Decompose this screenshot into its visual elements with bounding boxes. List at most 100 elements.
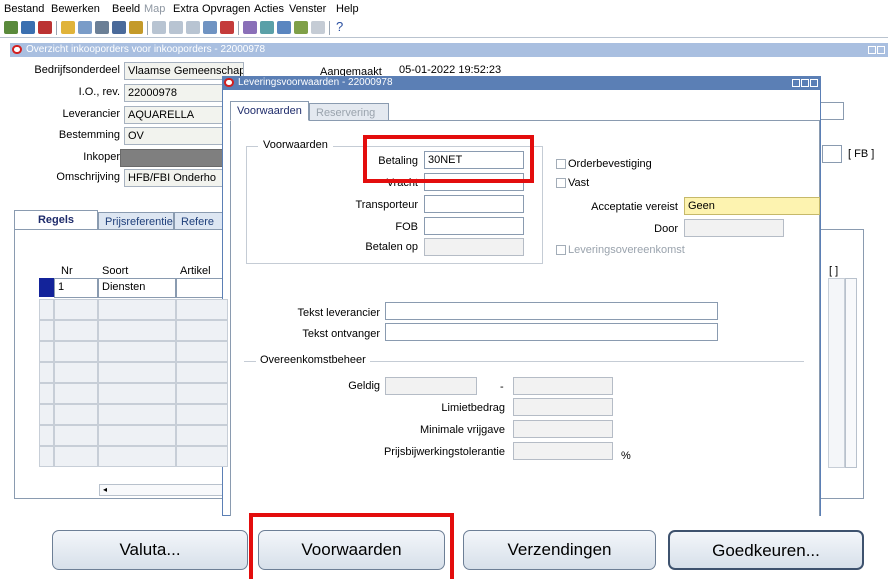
window-titlebar[interactable]: Overzicht inkooporders voor inkooporders…	[10, 43, 888, 57]
grid-empty-cell[interactable]	[176, 362, 228, 383]
nr-cell[interactable]: 1	[54, 278, 98, 298]
grid-empty-cell[interactable]	[98, 320, 176, 341]
orderbevestiging-checkbox[interactable]: Orderbevestiging	[556, 158, 652, 170]
menu-bestand[interactable]: Bestand	[4, 3, 44, 15]
tab-regels[interactable]: Regels	[14, 210, 98, 230]
tab-voorwaarden[interactable]: Voorwaarden	[230, 101, 309, 121]
grid-empty-cell[interactable]	[39, 299, 54, 320]
print-icon[interactable]	[95, 21, 109, 34]
bestemming-field[interactable]: OV	[124, 127, 234, 145]
paste-icon[interactable]	[186, 21, 200, 34]
fob-field[interactable]	[424, 217, 524, 235]
menu-opvragen[interactable]: Opvragen	[202, 3, 250, 15]
leveringsovereenkomst-checkbox[interactable]: Leveringsovereenkomst	[556, 244, 685, 256]
grid-empty-cell[interactable]	[98, 446, 176, 467]
close-form-icon[interactable]	[112, 21, 126, 34]
grid-empty-cell[interactable]	[54, 362, 98, 383]
grid-empty-cell[interactable]	[54, 383, 98, 404]
grid-empty-cell[interactable]	[54, 404, 98, 425]
io-rev-label: I.O., rev.	[78, 86, 120, 98]
omschrijving-field[interactable]: HFB/FBI Onderho	[124, 169, 234, 187]
inkoper-field-redacted[interactable]	[120, 149, 234, 167]
door-field[interactable]	[684, 219, 784, 237]
grid-empty-cell[interactable]	[39, 404, 54, 425]
grid-empty-cell[interactable]	[176, 320, 228, 341]
navigator-icon[interactable]	[38, 21, 52, 34]
grid-empty-cell[interactable]	[176, 299, 228, 320]
folder-tools-icon[interactable]	[294, 21, 308, 34]
grid-empty-cell[interactable]	[54, 341, 98, 362]
artikel-cell[interactable]	[176, 278, 228, 298]
copy-icon[interactable]	[169, 21, 183, 34]
translations-icon[interactable]	[260, 21, 274, 34]
menu-beeld[interactable]: Beeld	[112, 3, 140, 15]
goedkeuren-button[interactable]: Goedkeuren...	[668, 530, 864, 570]
leverancier-field[interactable]: AQUARELLA	[124, 106, 234, 124]
dialog-window-controls[interactable]	[791, 78, 818, 88]
zoom-icon[interactable]	[243, 21, 257, 34]
grid-empty-cell[interactable]	[39, 425, 54, 446]
grid-empty-cell[interactable]	[98, 362, 176, 383]
grid-empty-cell[interactable]	[54, 320, 98, 341]
prijsbijwerkingstolerantie-field[interactable]	[513, 442, 613, 460]
betalen-op-field[interactable]	[424, 238, 524, 256]
edit-icon[interactable]	[203, 21, 217, 34]
tekst-ontvanger-field[interactable]	[385, 323, 718, 341]
dialog-title: Leveringsvoorwaarden - 22000978	[238, 77, 393, 88]
grid-empty-cell[interactable]	[176, 404, 228, 425]
io-field[interactable]: 22000978	[124, 84, 234, 102]
minimale-vrijgave-field[interactable]	[513, 420, 613, 438]
menu-acties[interactable]: Acties	[254, 3, 284, 15]
attachment-icon[interactable]	[129, 21, 143, 34]
attachments-icon[interactable]	[277, 21, 291, 34]
soort-cell[interactable]: Diensten	[98, 278, 176, 298]
geldig-van-field[interactable]	[385, 377, 477, 395]
grid-empty-cell[interactable]	[39, 320, 54, 341]
grid-empty-cell[interactable]	[98, 425, 176, 446]
vertical-scrollbar[interactable]	[845, 278, 857, 468]
verzendingen-button-label: Verzendingen	[507, 540, 612, 559]
grid-empty-cell[interactable]	[176, 341, 228, 362]
grid-empty-cell[interactable]	[39, 383, 54, 404]
delete-icon[interactable]	[220, 21, 234, 34]
menu-map[interactable]: Map	[144, 3, 165, 15]
grid-empty-cell[interactable]	[98, 299, 176, 320]
acceptatie-field[interactable]: Geen	[684, 197, 820, 215]
new-icon[interactable]	[4, 21, 18, 34]
grid-empty-cell[interactable]	[98, 383, 176, 404]
geldig-tot-field[interactable]	[513, 377, 613, 395]
grid-empty-cell[interactable]	[39, 341, 54, 362]
find-icon[interactable]	[21, 21, 35, 34]
transporteur-field[interactable]	[424, 195, 524, 213]
horizontal-scrollbar[interactable]: ◂	[99, 484, 229, 496]
menu-extra[interactable]: Extra	[173, 3, 199, 15]
verzendingen-button[interactable]: Verzendingen	[463, 530, 656, 570]
window-controls[interactable]	[867, 45, 885, 55]
valuta-button[interactable]: Valuta...	[52, 530, 248, 570]
grid-empty-cell[interactable]	[176, 446, 228, 467]
menu-help[interactable]: Help	[336, 3, 359, 15]
dialog-titlebar[interactable]: Leveringsvoorwaarden - 22000978	[222, 76, 821, 90]
cut-icon[interactable]	[152, 21, 166, 34]
grid-empty-cell[interactable]	[54, 425, 98, 446]
vast-checkbox[interactable]: Vast	[556, 177, 589, 189]
limietbedrag-field[interactable]	[513, 398, 613, 416]
grid-empty-cell[interactable]	[54, 299, 98, 320]
right-field-mid[interactable]	[822, 145, 842, 163]
grid-empty-cell[interactable]	[39, 446, 54, 467]
tekst-ontvanger-label: Tekst ontvanger	[302, 328, 380, 340]
grid-empty-cell[interactable]	[176, 383, 228, 404]
grid-empty-cell[interactable]	[39, 362, 54, 383]
open-folder-icon[interactable]	[61, 21, 75, 34]
grid-empty-cell[interactable]	[98, 404, 176, 425]
menu-bewerken[interactable]: Bewerken	[51, 3, 100, 15]
grid-empty-cell[interactable]	[176, 425, 228, 446]
tekst-leverancier-field[interactable]	[385, 302, 718, 320]
grid-empty-cell[interactable]	[98, 341, 176, 362]
row-selector-active[interactable]	[39, 278, 54, 297]
grid-empty-cell[interactable]	[54, 446, 98, 467]
help-icon[interactable]: ?	[336, 19, 343, 34]
menu-venster[interactable]: Venster	[289, 3, 326, 15]
save-icon[interactable]	[78, 21, 92, 34]
window-icon[interactable]	[311, 21, 325, 34]
